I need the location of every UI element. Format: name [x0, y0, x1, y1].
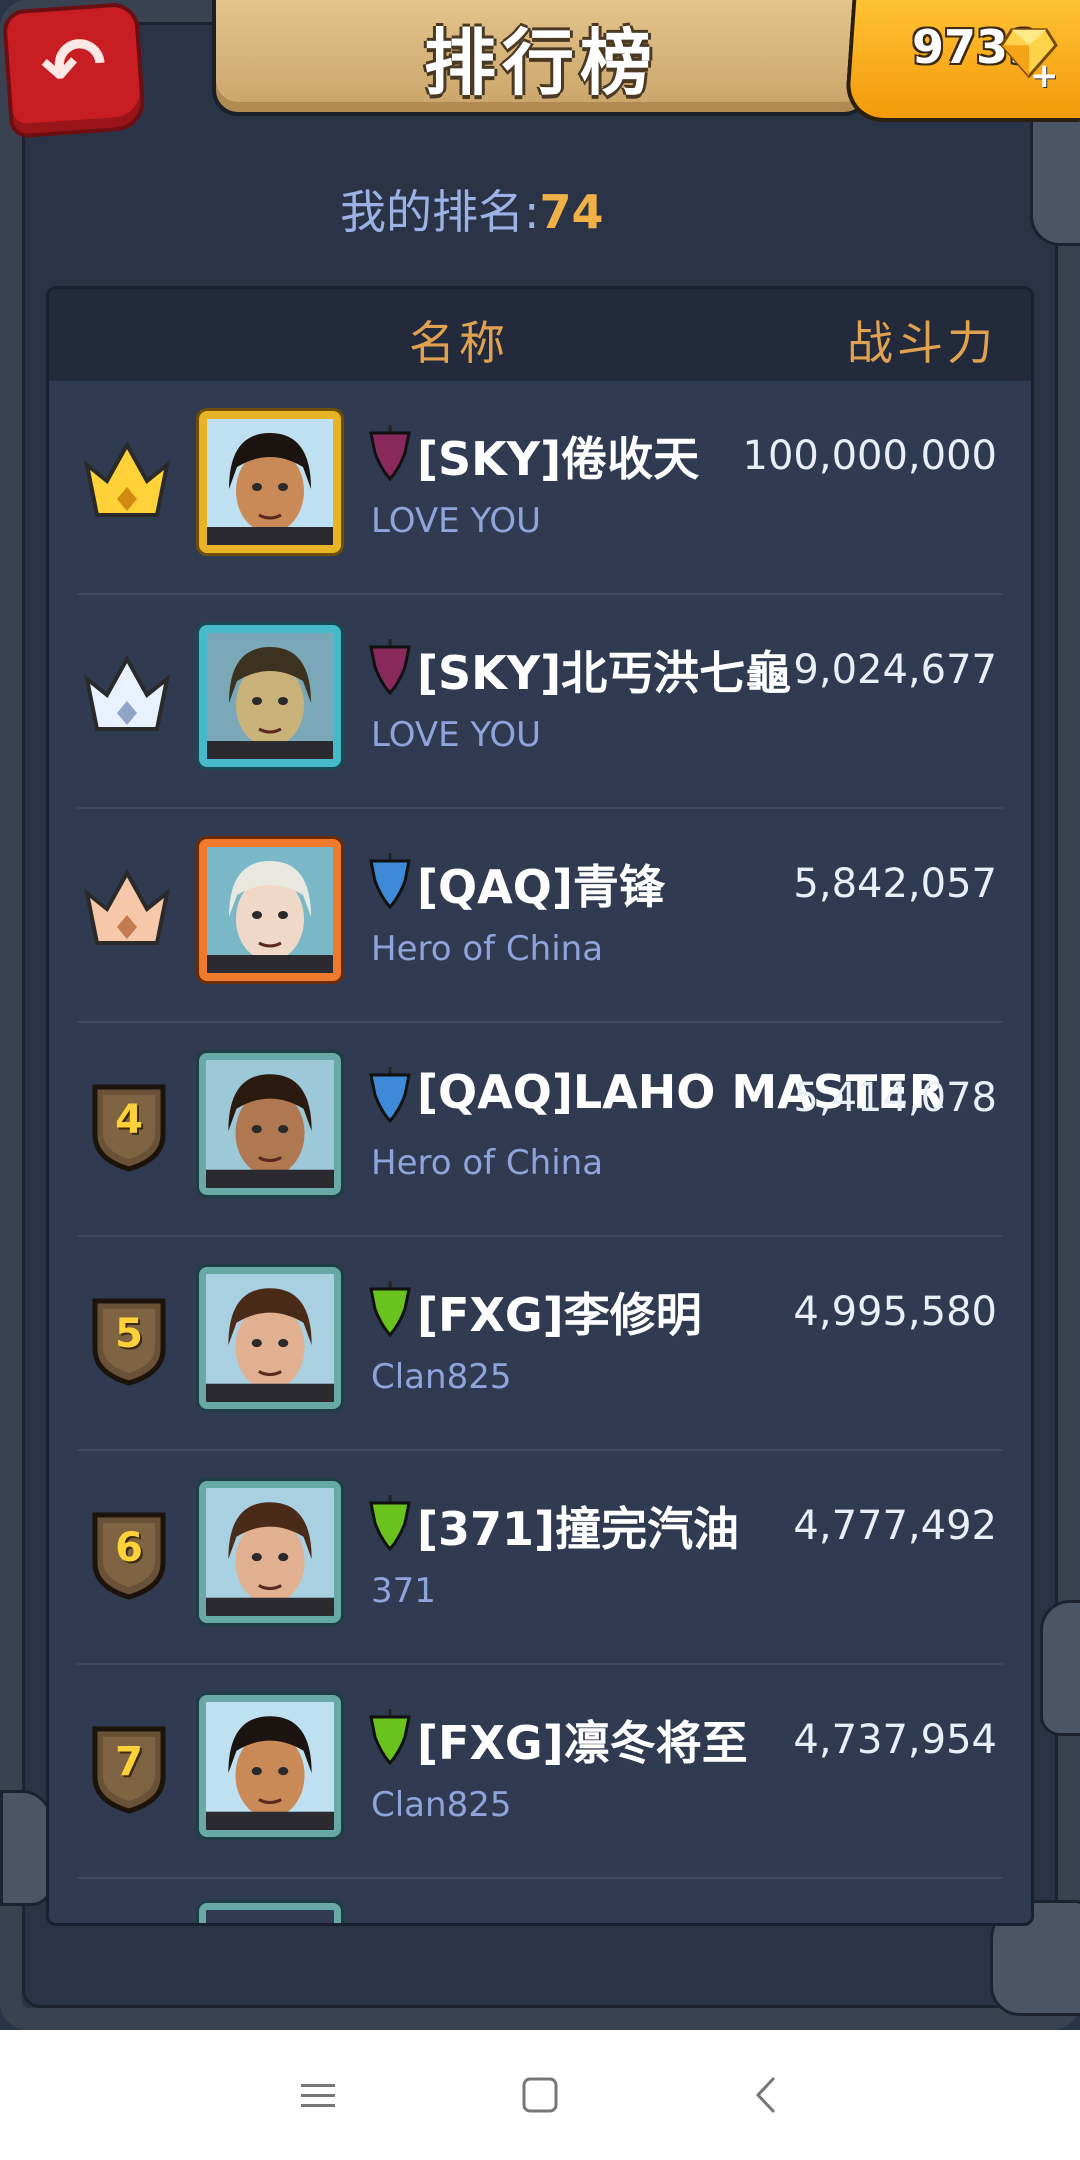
clan-banner-icon — [369, 853, 411, 909]
player-clan: Hero of China — [371, 1143, 604, 1183]
leaderboard-row[interactable]: [QAQ]青锋 Hero of China 5,842,057 — [49, 809, 1031, 1023]
hero-portrait-icon — [206, 1060, 334, 1188]
hero-portrait-icon — [207, 847, 333, 973]
hero-portrait-icon — [207, 419, 333, 545]
leaderboard-row[interactable]: [SKY]倦收天 LOVE YOU 100,000,000 — [49, 381, 1031, 595]
hero-portrait-icon — [207, 633, 333, 759]
player-power: 9,024,677 — [793, 647, 997, 693]
menu-icon[interactable] — [293, 2070, 343, 2120]
clan-banner-icon — [369, 1495, 411, 1551]
player-name: [SKY]倦收天 — [417, 432, 700, 486]
clan-banner-icon — [369, 425, 411, 481]
player-power: 4,995,580 — [793, 1289, 997, 1335]
my-rank-value: 74 — [539, 185, 604, 239]
rank-number: 4 — [115, 1097, 143, 1143]
leaderboard-row[interactable]: 4 [QAQ]LAHO MASTER Hero of China 5,414,0… — [49, 1023, 1031, 1237]
hero-portrait-icon — [206, 1702, 334, 1830]
back-button[interactable]: ↶ — [1, 1, 147, 139]
rank-crown-icon — [83, 868, 171, 945]
player-clan: Clan825 — [371, 1357, 512, 1397]
clan-banner-icon — [369, 1067, 411, 1123]
leaderboard-row[interactable]: [SKY]北丐洪七龜 LOVE YOU 9,024,677 — [49, 595, 1031, 809]
column-name-header: 名称 — [409, 316, 509, 370]
back-chevron-icon[interactable] — [742, 2070, 792, 2120]
player-avatar[interactable] — [199, 1481, 341, 1623]
leaderboard-row[interactable]: 7 [FXG]凛冬将至 Clan825 4,737,954 — [49, 1665, 1031, 1879]
player-avatar[interactable] — [199, 1267, 341, 1409]
hero-portrait-icon — [206, 1488, 334, 1616]
player-power: 5,414,078 — [793, 1075, 997, 1121]
leaderboard-panel[interactable]: 名称 战斗力 [SKY]倦收天 LOVE YOU 100,000,000 [SK… — [46, 286, 1034, 1926]
page-title: 排行榜 — [423, 20, 658, 105]
player-power: 4,737,954 — [793, 1717, 997, 1763]
home-square-icon[interactable] — [515, 2070, 565, 2120]
player-clan: LOVE YOU — [371, 501, 541, 541]
player-name: [SKY]北丐洪七龜 — [417, 646, 792, 700]
add-gems-plus-icon[interactable]: + — [1030, 56, 1059, 96]
my-rank-label: 我的排名: — [340, 185, 540, 239]
column-power-header: 战斗力 — [847, 316, 997, 370]
player-name: [QAQ]青锋 — [417, 860, 665, 914]
rank-crown-icon — [83, 654, 171, 731]
title-plate: 排行榜 — [212, 0, 870, 116]
player-avatar[interactable] — [199, 839, 341, 981]
player-avatar[interactable] — [199, 1903, 341, 1923]
hero-portrait-icon — [206, 1274, 334, 1402]
rank-number: 5 — [115, 1311, 143, 1357]
leaderboard-row[interactable]: 5 [FXG]李修明 Clan825 4,995,580 — [49, 1237, 1031, 1451]
my-rank: 我的排名:74 — [340, 176, 604, 242]
rank-number: 7 — [115, 1739, 143, 1785]
clan-banner-icon — [369, 639, 411, 695]
table-header: 名称 战斗力 — [49, 289, 1031, 381]
clan-banner-icon — [369, 1281, 411, 1337]
frame-rock — [0, 1790, 52, 1906]
player-power: 5,842,057 — [793, 861, 997, 907]
player-avatar[interactable] — [199, 411, 341, 553]
player-clan: Hero of China — [371, 929, 604, 969]
player-clan: Clan825 — [371, 1785, 512, 1825]
player-avatar[interactable] — [199, 1695, 341, 1837]
clan-banner-icon — [369, 1709, 411, 1765]
leaderboard-row-partial[interactable] — [49, 1879, 1031, 1923]
player-clan: LOVE YOU — [371, 715, 541, 755]
rank-crown-icon — [83, 440, 171, 517]
game-screen: 排行榜 ↶ 9739 + 我的排名:74 名称 战斗力 [SKY]倦收天 LOV… — [0, 0, 1080, 2030]
player-name: [FXG]凛冬将至 — [417, 1716, 748, 1770]
player-name: [371]撞完汽油 — [417, 1502, 740, 1556]
player-power: 4,777,492 — [793, 1503, 997, 1549]
android-navbar — [0, 2030, 1080, 2160]
player-avatar[interactable] — [199, 625, 341, 767]
leaderboard-row[interactable]: 6 [371]撞完汽油 371 4,777,492 — [49, 1451, 1031, 1665]
player-name: [FXG]李修明 — [417, 1288, 702, 1342]
back-arrow-icon: ↶ — [38, 19, 110, 115]
frame-rock — [1040, 1600, 1080, 1736]
player-avatar[interactable] — [199, 1053, 341, 1195]
rank-number: 6 — [115, 1525, 143, 1571]
player-clan: 371 — [371, 1571, 436, 1611]
player-power: 100,000,000 — [742, 433, 997, 479]
